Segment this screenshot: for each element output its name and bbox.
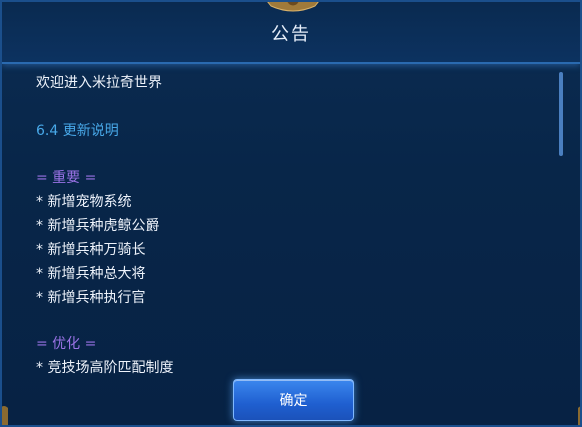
- welcome-text: 欢迎进入米拉奇世界: [36, 75, 162, 91]
- version-heading: 6.4 更新说明: [36, 123, 119, 139]
- corner-ornament-icon: [578, 406, 580, 425]
- confirm-button[interactable]: 确定: [233, 379, 354, 421]
- corner-ornament-icon: [2, 406, 8, 425]
- announcement-content[interactable]: 欢迎进入米拉奇世界 6.4 更新说明 = 重要 = * 新增宠物系统 * 新增兵…: [36, 74, 546, 374]
- dialog-header: 公告: [2, 2, 580, 64]
- section-optimize-heading: = 优化 =: [36, 336, 97, 352]
- crest-ornament-icon: [267, 2, 319, 12]
- list-item: * 新增兵种执行官: [36, 290, 146, 306]
- list-item: * 新增兵种万骑长: [36, 242, 146, 258]
- scrollbar-thumb[interactable]: [559, 72, 563, 156]
- list-item: * 竞技场高阶匹配制度: [36, 360, 174, 374]
- section-important-heading: = 重要 =: [36, 170, 97, 186]
- list-item: * 新增兵种虎鲸公爵: [36, 218, 160, 234]
- list-item: * 新增宠物系统: [36, 194, 132, 210]
- announcement-dialog: 公告 欢迎进入米拉奇世界 6.4 更新说明 = 重要 = * 新增宠物系统 * …: [0, 0, 582, 427]
- list-item: * 新增兵种总大将: [36, 266, 146, 282]
- dialog-title: 公告: [271, 24, 311, 45]
